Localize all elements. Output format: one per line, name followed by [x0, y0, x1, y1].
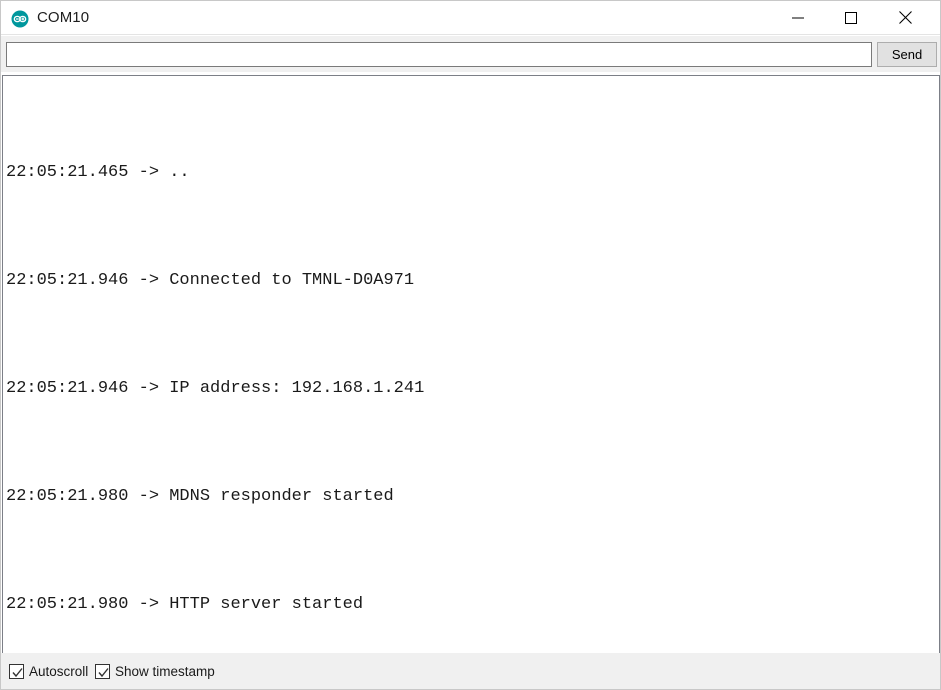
line-arrow: -> — [128, 487, 170, 506]
checkmark-icon — [98, 667, 109, 677]
line-text: MDNS responder started — [169, 487, 394, 506]
send-input[interactable] — [6, 42, 872, 67]
close-icon — [898, 11, 912, 24]
output-line: 22:05:21.465 -> .. — [3, 159, 939, 186]
line-text: IP address: 192.168.1.241 — [169, 379, 425, 398]
send-row: Send — [1, 36, 940, 72]
autoscroll-label: Autoscroll — [29, 663, 89, 679]
line-arrow: -> — [128, 379, 170, 398]
output-line: 22:05:21.946 -> IP address: 192.168.1.24… — [3, 375, 939, 402]
serial-output-area[interactable]: 22:05:21.465 -> .. 22:05:21.946 -> Conne… — [2, 75, 940, 654]
line-timestamp: 22:05:21.465 — [6, 163, 129, 182]
show-timestamp-checkbox[interactable]: Show timestamp — [95, 662, 215, 680]
line-text: Connected to TMNL-D0A971 — [169, 271, 415, 290]
line-arrow: -> — [128, 271, 170, 290]
line-timestamp: 22:05:21.980 — [6, 595, 129, 614]
line-text: HTTP server started — [169, 595, 364, 614]
line-text: .. — [169, 163, 190, 182]
title-bar: COM10 — [1, 1, 940, 35]
output-line: 22:05:21.980 -> MDNS responder started — [3, 483, 939, 510]
arduino-logo-icon — [11, 10, 29, 28]
serial-output-lines: 22:05:21.465 -> .. 22:05:21.946 -> Conne… — [3, 78, 939, 653]
minimize-icon — [792, 17, 804, 18]
line-timestamp: 22:05:21.946 — [6, 379, 129, 398]
line-timestamp: 22:05:21.980 — [6, 487, 129, 506]
checkmark-icon — [12, 667, 23, 677]
checkbox-box — [95, 663, 110, 679]
window-title: COM10 — [37, 9, 90, 26]
checkbox-box — [9, 663, 24, 679]
line-arrow: -> — [128, 595, 170, 614]
line-timestamp: 22:05:21.946 — [6, 271, 129, 290]
maximize-icon — [845, 11, 857, 24]
status-bar: Autoscroll Show timestamp Newline 115200… — [1, 653, 940, 689]
autoscroll-checkbox[interactable]: Autoscroll — [9, 662, 88, 680]
serial-monitor-window: COM10 Send 22:05:21.465 -> .. 22:05:21.9… — [0, 0, 941, 690]
maximize-button[interactable] — [828, 1, 874, 34]
output-line: 22:05:21.946 -> Connected to TMNL-D0A971 — [3, 267, 939, 294]
send-button[interactable]: Send — [877, 42, 937, 67]
close-button[interactable] — [882, 1, 928, 34]
show-timestamp-label: Show timestamp — [115, 663, 215, 679]
minimize-button[interactable] — [775, 1, 821, 34]
output-line: 22:05:21.980 -> HTTP server started — [3, 591, 939, 618]
line-arrow: -> — [128, 163, 170, 182]
